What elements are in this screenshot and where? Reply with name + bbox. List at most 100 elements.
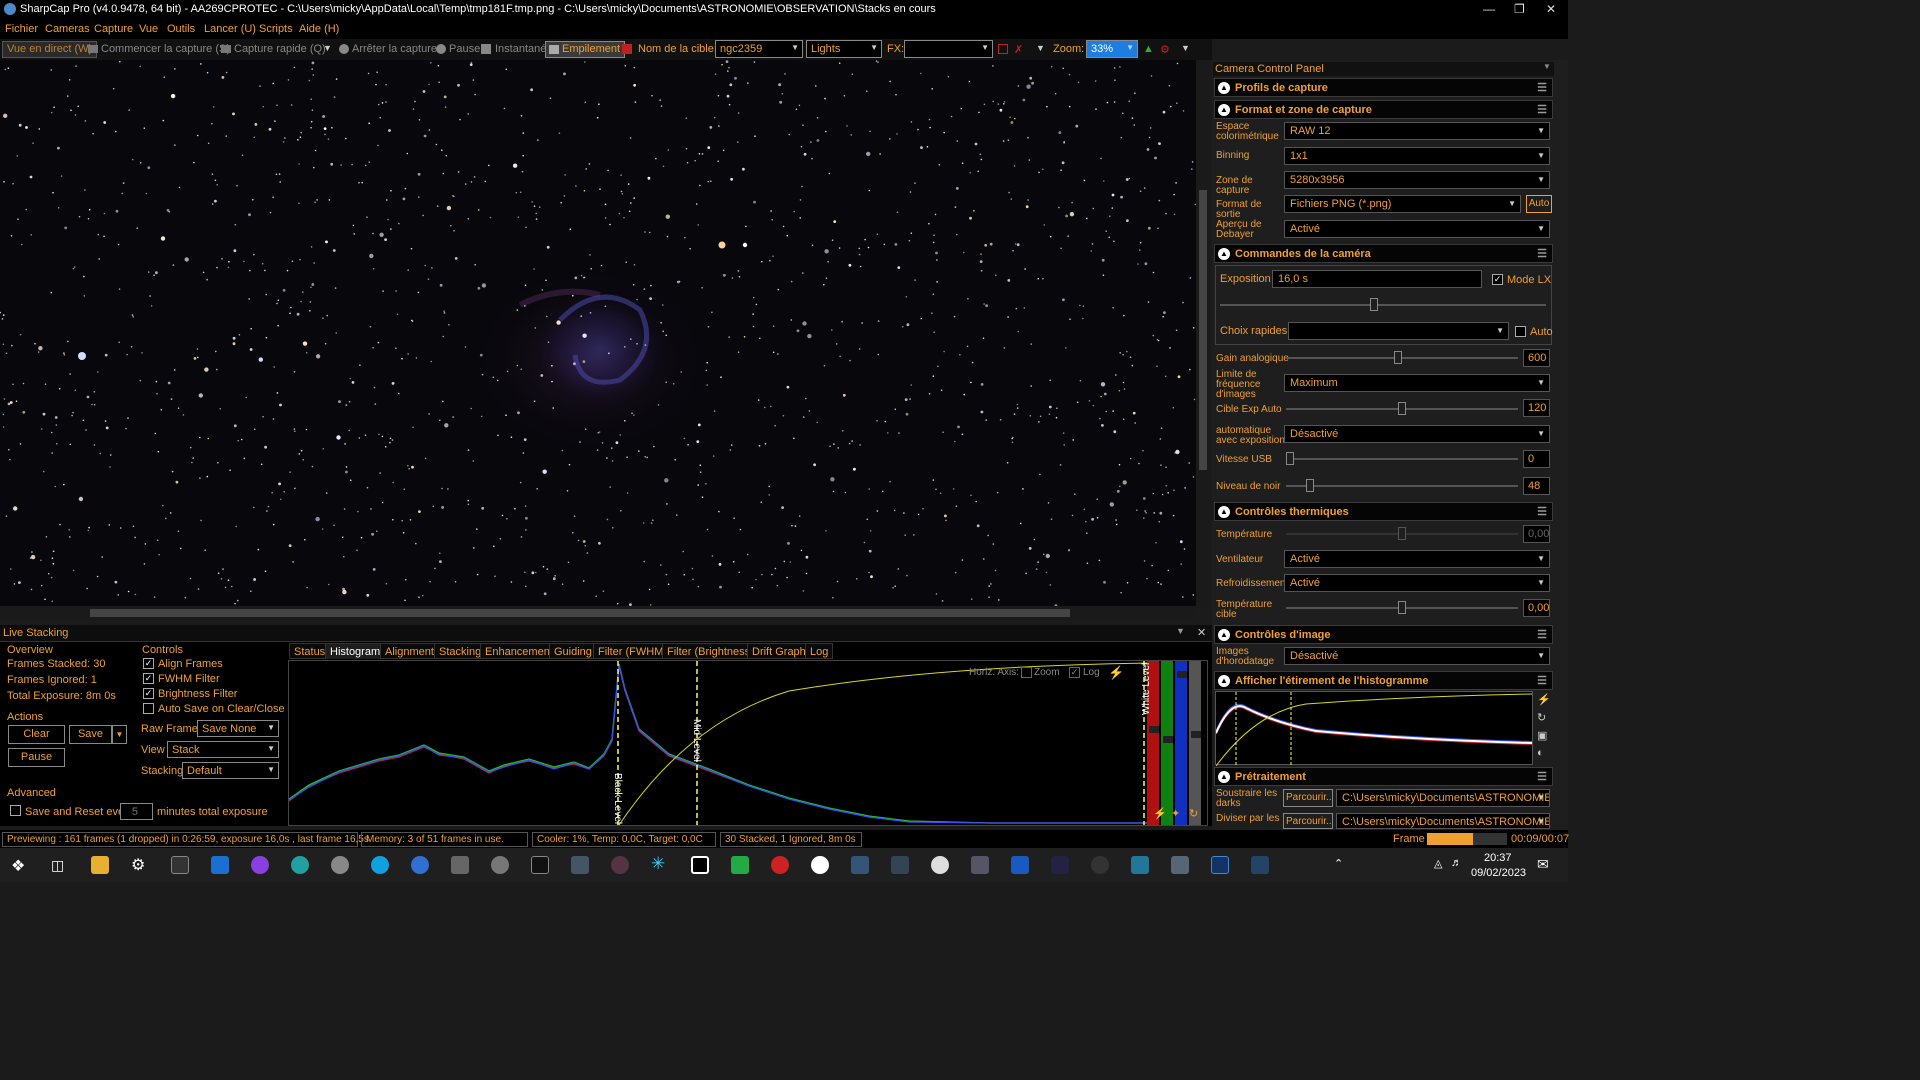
skype-icon[interactable]: [371, 856, 389, 874]
frame-type-select[interactable]: Lights ▼: [806, 40, 882, 58]
crosshair-icon[interactable]: ✗: [1014, 43, 1023, 56]
auto-save-checkbox[interactable]: [143, 703, 154, 714]
clear-button[interactable]: Clear: [8, 725, 65, 744]
start-icon[interactable]: ❖: [11, 856, 25, 876]
panel-pin-icon[interactable]: ▼: [1176, 626, 1185, 636]
auto-level-icon[interactable]: ⚡: [1153, 807, 1167, 820]
histogram-chart[interactable]: Horiz. Axis: Zoom ✓ Log ⚡ Black Level Mi…: [288, 660, 1208, 826]
app-window-icon[interactable]: [1251, 856, 1269, 874]
debayer-select[interactable]: Activé ▼: [1284, 220, 1550, 238]
gain-slider[interactable]: [1286, 351, 1518, 364]
tab-alignment[interactable]: Alignment: [380, 643, 439, 659]
app-terminal-icon[interactable]: [531, 856, 549, 874]
tray-network-icon[interactable]: ◬: [1434, 857, 1442, 870]
app-disc-icon[interactable]: [1091, 856, 1109, 874]
file-explorer-icon[interactable]: [91, 856, 109, 874]
viewer-horizontal-scrollbar[interactable]: [0, 606, 1196, 620]
menu-aide[interactable]: Aide (H): [299, 23, 339, 35]
image-viewer[interactable]: [0, 60, 1200, 608]
tab-drift-graph[interactable]: Drift Graph: [747, 643, 811, 659]
fps-select[interactable]: Maximum ▼: [1284, 374, 1550, 392]
usb-slider[interactable]: [1286, 452, 1518, 465]
app-star-icon[interactable]: ✳: [651, 854, 665, 874]
settings-app-icon[interactable]: ⚙: [131, 855, 145, 875]
log-checkbox[interactable]: ✓: [1069, 667, 1080, 678]
binning-select[interactable]: 1x1 ▼: [1284, 147, 1550, 165]
pause-stacking-button[interactable]: Pause: [8, 748, 65, 767]
tab-filter-brightness[interactable]: Filter (Brightness): [662, 643, 759, 659]
section-image[interactable]: ▲ Contrôles d'image ☰: [1214, 625, 1553, 644]
app-grid-icon[interactable]: [1211, 856, 1229, 874]
tab-filter-fwhm[interactable]: Filter (FWHM): [593, 643, 673, 659]
zoom-select[interactable]: 33% ▼: [1086, 40, 1138, 58]
quick-choice-select[interactable]: ▼: [1288, 322, 1509, 340]
stop-capture-button[interactable]: Arrêter la capture: [352, 43, 437, 55]
viewer-vertical-scrollbar[interactable]: [1196, 60, 1210, 608]
brightness-filter-checkbox[interactable]: ✓: [143, 688, 154, 699]
quick-capture-dropdown-icon[interactable]: ▼: [323, 43, 332, 53]
mini-histogram[interactable]: [1215, 691, 1533, 767]
app-gear-icon[interactable]: [931, 856, 949, 874]
messenger-icon[interactable]: [251, 856, 269, 874]
timestamp-select[interactable]: Désactivé ▼: [1284, 647, 1550, 665]
zone-select[interactable]: 5280x3956 ▼: [1284, 171, 1550, 189]
target-temp-slider[interactable]: [1286, 601, 1518, 614]
stacking-select[interactable]: Default ▼: [182, 762, 279, 779]
clock-date[interactable]: 09/02/2023: [1471, 867, 1526, 879]
fan-select[interactable]: Activé ▼: [1284, 550, 1550, 568]
menu-capture[interactable]: Capture: [94, 23, 133, 35]
live-view-button[interactable]: Vue en direct (W): [2, 41, 98, 58]
tab-log[interactable]: Log: [805, 643, 834, 659]
quick-capture-button[interactable]: Capture rapide (Q): [234, 43, 326, 55]
snapshot-button[interactable]: Instantané: [495, 43, 546, 55]
tab-status[interactable]: Status: [289, 643, 331, 659]
app-sphere-icon[interactable]: [331, 856, 349, 874]
close-icon[interactable]: ✕: [1546, 2, 1556, 16]
notification-icon[interactable]: ✉: [1537, 856, 1549, 873]
toolbar-more-icon[interactable]: ▼: [1181, 43, 1190, 53]
maximize-icon[interactable]: ❐: [1514, 2, 1525, 16]
app-star2-icon[interactable]: [971, 856, 989, 874]
app-scope-icon[interactable]: [851, 856, 869, 874]
output-auto-button[interactable]: Auto: [1526, 195, 1552, 213]
darks-browse-button[interactable]: Parcourir...: [1283, 789, 1333, 807]
panel-close-icon[interactable]: ✕: [1197, 626, 1206, 639]
menu-fichier[interactable]: Fichier: [5, 23, 38, 35]
tray-chevron-icon[interactable]: ⌃: [1334, 857, 1343, 870]
quick-auto-checkbox[interactable]: [1515, 326, 1526, 337]
selection-rect-icon[interactable]: [998, 44, 1008, 54]
tab-guiding[interactable]: Guiding: [549, 643, 597, 659]
flats-path-select[interactable]: C:\Users\micky\Documents\ASTRONOMIE... ▼: [1336, 813, 1550, 829]
menu-cameras[interactable]: Cameras: [45, 23, 90, 35]
stretch-save-icon[interactable]: ▣: [1537, 729, 1547, 742]
tab-stacking[interactable]: Stacking: [434, 643, 487, 659]
exposure-input[interactable]: 16,0 s: [1272, 270, 1482, 288]
app-colors-icon[interactable]: [731, 856, 749, 874]
sharpcap-taskbar-icon[interactable]: [491, 856, 509, 874]
minimize-icon[interactable]: —: [1483, 2, 1495, 16]
cooling-select[interactable]: Activé ▼: [1284, 574, 1550, 592]
target-temp-value[interactable]: 0,00: [1523, 599, 1550, 617]
mail-icon[interactable]: [211, 856, 229, 874]
menu-vue[interactable]: Vue: [139, 23, 158, 35]
target-exp-slider[interactable]: [1286, 402, 1518, 415]
edge-icon[interactable]: [291, 856, 309, 874]
save-dropdown-icon[interactable]: ▼: [112, 725, 127, 744]
save-button[interactable]: Save: [69, 725, 112, 744]
save-reset-checkbox[interactable]: [10, 805, 21, 816]
view-select[interactable]: Stack ▼: [167, 741, 279, 758]
raw-frames-select[interactable]: Save None ▼: [197, 720, 279, 737]
black-level-value[interactable]: 48: [1523, 477, 1550, 495]
usb-value[interactable]: 0: [1523, 450, 1550, 468]
tab-histogram[interactable]: Histogram: [325, 643, 386, 659]
zoom-checkbox[interactable]: [1021, 667, 1032, 678]
gain-value[interactable]: 600: [1523, 349, 1550, 367]
section-profiles[interactable]: ▲ Profils de capture ☰: [1214, 78, 1553, 97]
darks-path-select[interactable]: C:\Users\micky\Documents\ASTRONOMIE... ▼: [1336, 789, 1550, 807]
app-nasa-icon[interactable]: [1051, 856, 1069, 874]
app-cube-icon[interactable]: [451, 856, 469, 874]
pause-button[interactable]: Pause: [449, 43, 480, 55]
stretch-auto-icon[interactable]: ⚡: [1537, 693, 1551, 706]
lx-mode-checkbox[interactable]: ✓: [1492, 274, 1503, 285]
fx-select[interactable]: ▼: [904, 40, 993, 58]
